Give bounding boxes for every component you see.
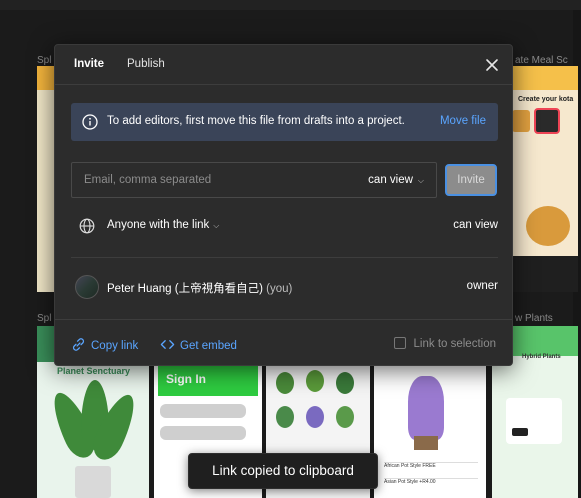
share-dialog: Invite Publish To add editors, first mov… [54,44,513,366]
member-row: Peter Huang (上帝視角看自己) (you) owner [71,275,498,299]
move-file-link[interactable]: Move file [440,115,486,127]
get-embed-button[interactable]: Get embed [160,337,237,352]
toast-notification: Link copied to clipboard [188,453,378,489]
email-placeholder: Email, comma separated [84,174,212,186]
frame-title: Create your kota [518,96,574,103]
checkbox-icon [393,337,406,349]
link-icon [72,338,85,351]
frame-title: Planet Senctuary [57,366,131,376]
frame-title: Sign In [166,372,206,386]
link-access-row: Anyone with the link ⌵ can view [71,213,498,239]
copy-link-label: Copy link [91,340,139,352]
frame-field [160,404,246,418]
frame-field [160,426,246,440]
copy-link-button[interactable]: Copy link [71,337,138,352]
frame-label[interactable]: Spl [37,313,51,324]
frame-label[interactable]: ate Meal Sc [515,55,568,66]
tab-publish[interactable]: Publish [127,58,165,70]
globe-icon [79,218,95,234]
member-name: Peter Huang (上帝視角看自己) (you) [107,280,292,296]
avatar [75,275,99,299]
share-tabs: Invite Publish [55,45,512,85]
drafts-info-banner: To add editors, first move this file fro… [71,103,498,141]
close-icon[interactable] [484,57,500,73]
frame-thumbnail[interactable]: Create your kota [512,66,578,292]
member-name-text: Peter Huang (上帝視角看自己) [107,283,263,295]
pot-row-name: African Pot Style [384,463,421,469]
member-role: owner [466,280,498,292]
frame-thumbnail[interactable]: African Pot Style FREE Asian Pot Style +… [374,366,486,498]
tab-invite[interactable]: Invite [74,58,104,70]
member-you-tag: (you) [266,283,293,295]
banner-message: To add editors, first move this file fro… [107,115,405,127]
canvas-top-strip [0,0,581,10]
divider [71,257,498,258]
chevron-down-icon: ⌵ [213,221,220,230]
code-icon [160,340,175,349]
link-access-dropdown[interactable]: Anyone with the link ⌵ [107,219,219,231]
frame-label[interactable]: Spl [37,55,51,66]
email-field[interactable]: Email, comma separated can view ⌵ [71,162,437,198]
share-footer: Copy link Get embed Link to selection [55,319,512,367]
link-to-selection-checkbox[interactable]: Link to selection [393,337,496,350]
pot-row-price: FREE [422,463,436,469]
frame-label[interactable]: w Plants [515,313,553,324]
link-permission-dropdown[interactable]: can view [453,219,498,231]
frame-title: Hybrid Plants [522,354,561,360]
info-icon [82,114,98,130]
pot-row-price: +R4.00 [419,479,436,485]
invite-permission-dropdown[interactable]: can view ⌵ [368,174,424,186]
chevron-down-icon: ⌵ [417,176,424,185]
pot-row-name: Asian Pot Style [384,479,418,485]
invite-button[interactable]: Invite [445,164,497,196]
get-embed-label: Get embed [180,340,237,352]
link-to-selection-label: Link to selection [413,338,496,350]
link-access-label: Anyone with the link [107,219,210,231]
invite-permission-label: can view [368,174,413,186]
